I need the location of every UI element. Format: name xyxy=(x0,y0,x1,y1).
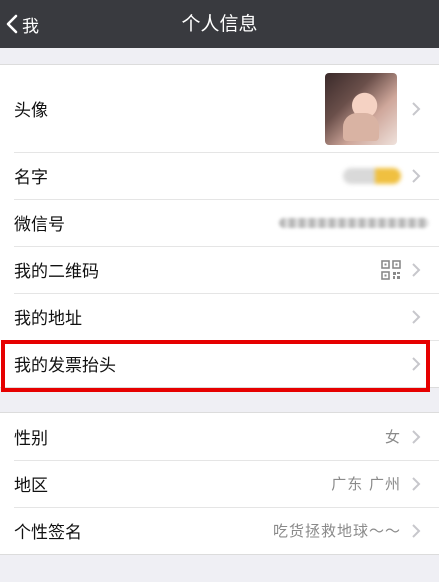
address-label: 我的地址 xyxy=(14,309,82,329)
qrcode-label: 我的二维码 xyxy=(14,262,99,282)
chevron-right-icon xyxy=(412,168,421,183)
wechat-id-label: 微信号 xyxy=(14,215,65,235)
chevron-right-icon xyxy=(412,101,421,116)
navigation-bar: 我 个人信息 xyxy=(0,0,439,48)
signature-label: 个性签名 xyxy=(14,523,82,543)
address-row[interactable]: 我的地址 xyxy=(0,293,439,340)
qrcode-icon xyxy=(381,259,401,280)
name-label: 名字 xyxy=(14,168,48,188)
blurred-wechat-id-value xyxy=(279,217,429,228)
invoice-title-label: 我的发票抬头 xyxy=(14,356,116,376)
chevron-right-icon xyxy=(412,429,421,444)
qrcode-row[interactable]: 我的二维码 xyxy=(0,246,439,293)
chevron-right-icon xyxy=(412,309,421,324)
wechat-id-row: 微信号 xyxy=(0,199,439,246)
region-value: 广东 广州 xyxy=(331,475,401,493)
chevron-right-icon xyxy=(412,356,421,371)
name-row[interactable]: 名字 xyxy=(0,152,439,199)
avatar xyxy=(325,72,397,145)
chevron-right-icon xyxy=(412,523,421,538)
avatar-row[interactable]: 头像 xyxy=(0,65,439,152)
gender-row[interactable]: 性别 女 xyxy=(0,413,439,460)
details-group: 性别 女 地区 广东 广州 个性签名 吃货拯救地球～～ xyxy=(0,412,439,555)
region-row[interactable]: 地区 广东 广州 xyxy=(0,460,439,507)
blurred-name-value xyxy=(343,167,401,184)
page-title: 个人信息 xyxy=(181,13,258,35)
invoice-title-row[interactable]: 我的发票抬头 xyxy=(0,340,439,387)
signature-value: 吃货拯救地球～～ xyxy=(272,522,401,540)
chevron-right-icon xyxy=(412,262,421,277)
signature-row[interactable]: 个性签名 吃货拯救地球～～ xyxy=(0,507,439,554)
chevron-right-icon xyxy=(412,476,421,491)
gender-label: 性别 xyxy=(14,429,48,449)
profile-group: 头像 名字 微信号 我的二维码 我的地址 我的发票抬头 xyxy=(0,64,439,388)
gender-value: 女 xyxy=(384,428,401,446)
avatar-label: 头像 xyxy=(14,101,48,121)
region-label: 地区 xyxy=(14,476,48,496)
